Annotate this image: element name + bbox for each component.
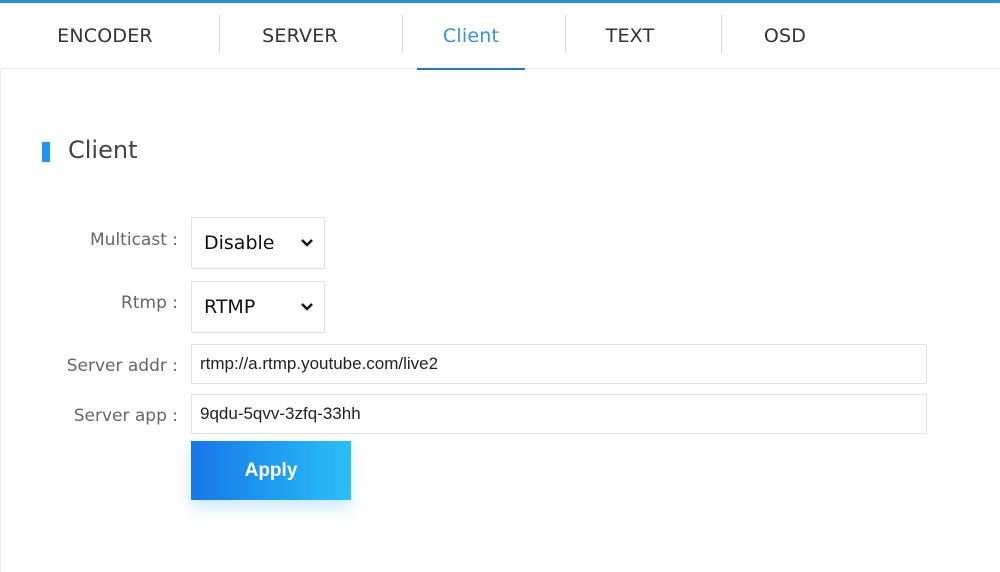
server-app-label: Server app : <box>73 406 178 426</box>
server-addr-input[interactable]: rtmp://a.rtmp.youtube.com/live2 <box>191 344 927 384</box>
chevron-down-icon <box>301 239 313 247</box>
rtmp-label: Rtmp : <box>121 293 178 313</box>
section-title: Client <box>68 136 138 164</box>
tab-divider <box>402 15 403 53</box>
tab-text[interactable]: TEXT <box>580 3 680 68</box>
apply-button[interactable]: Apply <box>191 441 351 500</box>
section-marker-icon <box>42 142 50 162</box>
tab-divider <box>565 15 566 53</box>
content-border <box>0 70 1 572</box>
tab-client[interactable]: Client <box>417 3 525 70</box>
tab-encoder[interactable]: ENCODER <box>20 3 190 68</box>
server-app-input[interactable]: 9qdu-5qvv-3zfq-33hh <box>191 394 927 434</box>
chevron-down-icon <box>301 303 313 311</box>
tab-osd[interactable]: OSD <box>735 3 835 68</box>
tab-bar: ENCODER SERVER Client TEXT OSD <box>0 3 1000 70</box>
rtmp-select[interactable]: RTMP <box>191 281 325 333</box>
tab-divider <box>721 15 722 53</box>
multicast-label: Multicast : <box>90 230 178 250</box>
multicast-select[interactable]: Disable <box>191 217 325 269</box>
tab-server[interactable]: SERVER <box>220 3 380 68</box>
server-addr-label: Server addr : <box>66 356 178 376</box>
rtmp-value: RTMP <box>204 296 256 318</box>
server-app-value: 9qdu-5qvv-3zfq-33hh <box>200 404 361 423</box>
multicast-value: Disable <box>204 232 275 254</box>
server-addr-value: rtmp://a.rtmp.youtube.com/live2 <box>200 354 439 373</box>
